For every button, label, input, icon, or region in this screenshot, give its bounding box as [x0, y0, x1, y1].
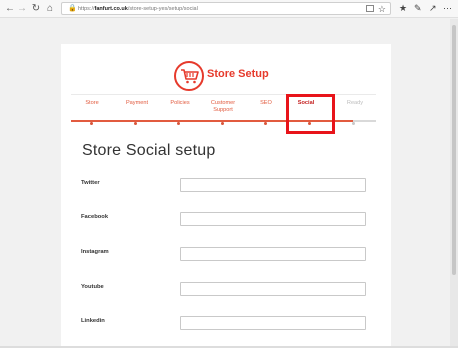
- step-dot: [134, 122, 137, 125]
- page-title: Store Social setup: [82, 142, 216, 159]
- facebook-input[interactable]: [180, 212, 366, 226]
- step-dot: [90, 122, 93, 125]
- youtube-label: Youtube: [81, 284, 104, 290]
- forward-icon[interactable]: →: [16, 2, 28, 15]
- step-dot: [177, 122, 180, 125]
- more-icon[interactable]: ⋯: [443, 2, 452, 15]
- browser-toolbar: ← → ↻ ⌂ 🔒 https://fanfurt.co.uk/store-se…: [0, 0, 458, 18]
- scrollbar[interactable]: [450, 19, 458, 348]
- step-dot: [221, 122, 224, 125]
- step-store[interactable]: Store: [79, 100, 105, 107]
- favorites-icon[interactable]: ★: [399, 2, 407, 15]
- lock-icon: 🔒: [68, 5, 77, 12]
- twitter-input[interactable]: [180, 178, 366, 192]
- url-text: https://fanfurt.co.uk/store-setup-yes/se…: [78, 6, 198, 12]
- step-payment[interactable]: Payment: [121, 100, 153, 107]
- reading-view-icon[interactable]: [366, 5, 374, 12]
- shopping-cart-icon: [174, 61, 204, 91]
- step-dot: [264, 122, 267, 125]
- share-icon[interactable]: ↗: [429, 2, 437, 15]
- setup-card: Store Setup Store Payment Policies Custo…: [61, 44, 391, 348]
- refresh-icon[interactable]: ↻: [30, 2, 42, 15]
- step-dot: [352, 122, 355, 125]
- home-icon[interactable]: ⌂: [44, 2, 56, 15]
- favorite-star-icon[interactable]: ☆: [378, 3, 386, 15]
- brand-title: Store Setup: [207, 68, 269, 80]
- back-icon[interactable]: ←: [4, 2, 16, 15]
- address-bar[interactable]: 🔒 https://fanfurt.co.uk/store-setup-yes/…: [61, 2, 391, 15]
- linkedin-input[interactable]: [180, 316, 366, 330]
- instagram-label: Instagram: [81, 249, 109, 255]
- step-seo[interactable]: SEO: [257, 100, 275, 107]
- step-customer-support[interactable]: Customer Support: [205, 100, 241, 114]
- youtube-input[interactable]: [180, 282, 366, 296]
- step-policies[interactable]: Policies: [165, 100, 195, 107]
- pen-icon[interactable]: ✎: [414, 2, 422, 15]
- facebook-label: Facebook: [81, 214, 109, 220]
- step-ready: Ready: [346, 100, 364, 106]
- linkedin-label: Linkedin: [81, 318, 105, 324]
- highlight-box: [286, 94, 335, 134]
- instagram-input[interactable]: [180, 247, 366, 261]
- twitter-label: Twitter: [81, 180, 100, 186]
